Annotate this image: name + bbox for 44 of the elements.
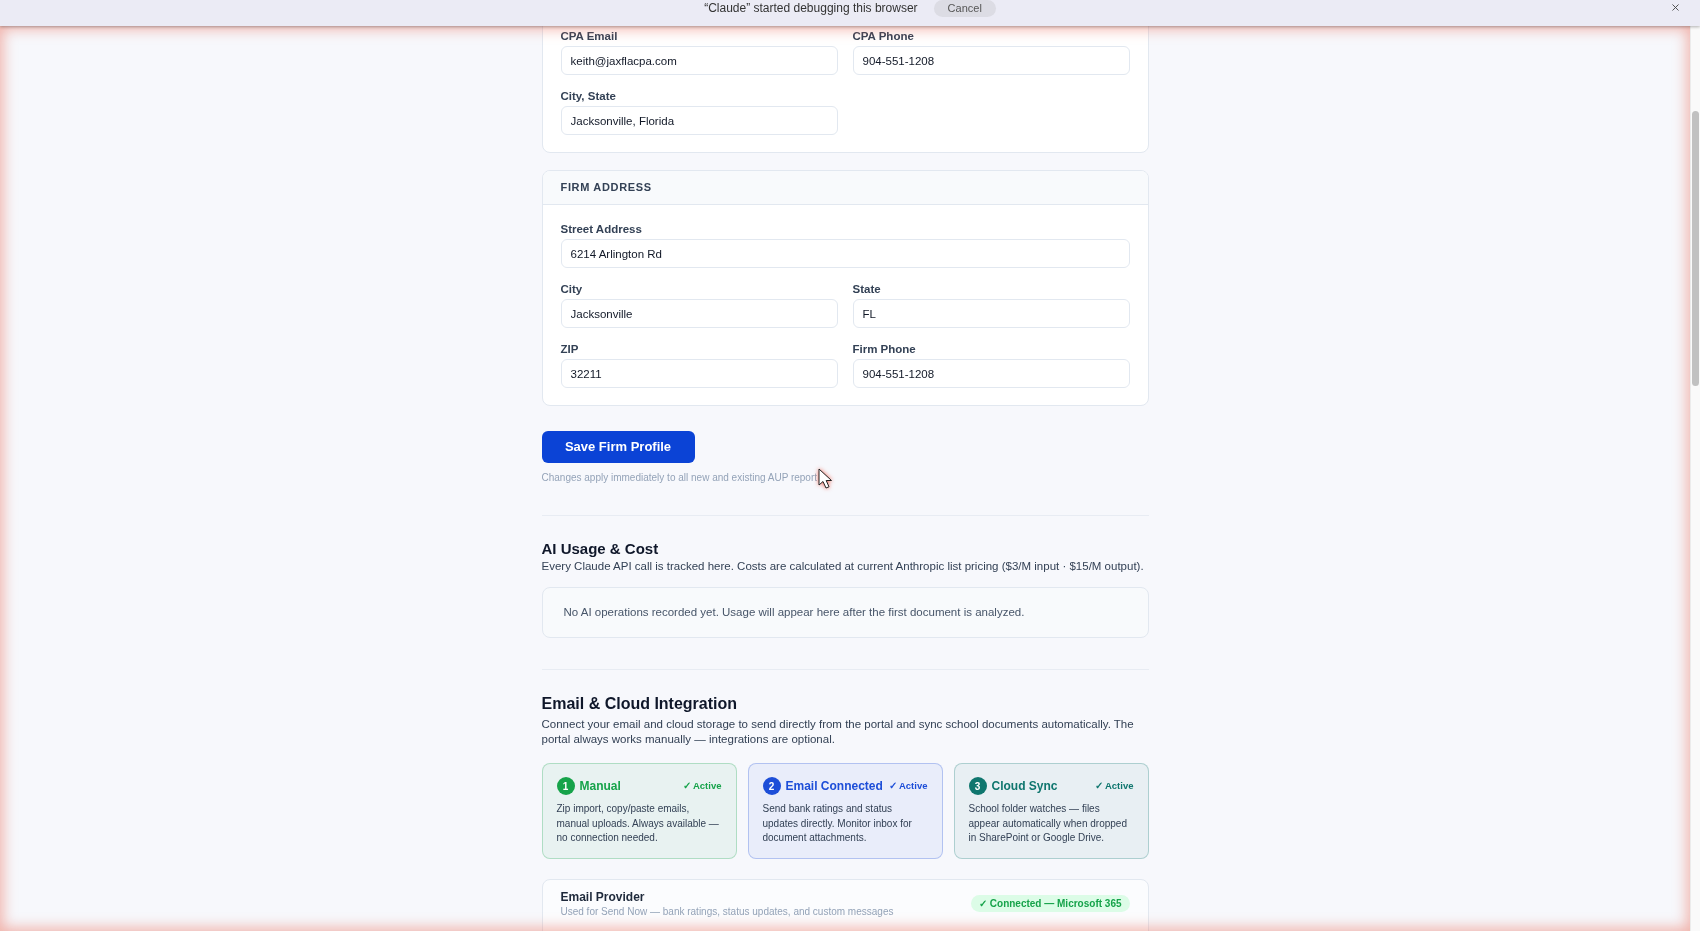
field-label: CPA Phone <box>852 29 914 44</box>
mode-title: Cloud Sync <box>991 778 1058 795</box>
empty-state-message: No AI operations recorded yet. Usage will appear here after the first document is analyzed. <box>563 604 1025 620</box>
field-label: ZIP <box>560 342 579 357</box>
step-number: 3 <box>968 777 987 795</box>
provider-subtitle: Used for Send Now — bank ratings, status updates, and custom messages <box>560 904 894 918</box>
field-label: Firm Phone <box>852 342 916 357</box>
text-input[interactable]: 6214 Arlington Rd <box>560 239 1130 268</box>
section-heading: AI Usage & Cost <box>541 540 659 558</box>
status-label: ✓ Active <box>682 778 722 793</box>
cancel-button[interactable]: Cancel <box>933 0 996 17</box>
mode-description: School folder watches — files appear automatically when dropped in SharePoint or Google Drive. <box>968 802 1128 845</box>
text-input[interactable]: 904-551-1208 <box>852 359 1130 388</box>
close-icon[interactable] <box>1670 2 1681 13</box>
text-input[interactable]: Jacksonville, Florida <box>560 106 838 135</box>
field-label: State <box>852 282 881 297</box>
provider-title: Email Provider <box>560 889 645 905</box>
helper-text: Changes apply immediately to all new and existing AUP report <box>541 471 818 485</box>
mode-title: Manual <box>579 778 621 795</box>
field-label: CPA Email <box>560 29 618 44</box>
step-number: 1 <box>556 777 575 795</box>
banner-message: “Claude” started debugging this browser <box>704 0 918 16</box>
field-label: City, State <box>560 89 616 104</box>
mode-description: Zip import, copy/paste emails, manual uploads. Always available — no connection needed. <box>556 802 720 845</box>
section-description: Every Claude API call is tracked here. Costs are calculated at current Anthropic list pricing ($3/M input · $15/M output). <box>541 559 1144 574</box>
status-label: ✓ Active <box>888 778 928 793</box>
mouse-pointer-icon <box>818 468 834 489</box>
text-input[interactable]: Jacksonville <box>560 299 838 328</box>
mode-title: Email Connected <box>785 778 883 795</box>
mode-description: Send bank ratings and status updates directly. Monitor inbox for document attachments. <box>762 802 913 845</box>
text-input[interactable]: keith@jaxflacpa.com <box>560 46 838 75</box>
section-description: Connect your email and cloud storage to send directly from the portal and sync school documents automatically. The portal always works manually — integrations are optional. <box>541 717 1135 746</box>
field-label: Street Address <box>560 222 642 237</box>
step-number: 2 <box>762 777 781 795</box>
scrollbar-thumb[interactable] <box>1692 111 1699 386</box>
section-title: FIRM ADDRESS <box>560 180 652 196</box>
connection-status-pill: ✓ Connected — Microsoft 365 <box>971 895 1130 912</box>
status-label: ✓ Active <box>1094 778 1134 793</box>
text-input[interactable]: 32211 <box>560 359 838 388</box>
section-heading: Email & Cloud Integration <box>541 694 738 714</box>
text-input[interactable]: 904-551-1208 <box>852 46 1130 75</box>
save-button[interactable]: Save Firm Profile <box>541 431 695 463</box>
field-label: City <box>560 282 583 297</box>
text-input[interactable]: FL <box>852 299 1130 328</box>
